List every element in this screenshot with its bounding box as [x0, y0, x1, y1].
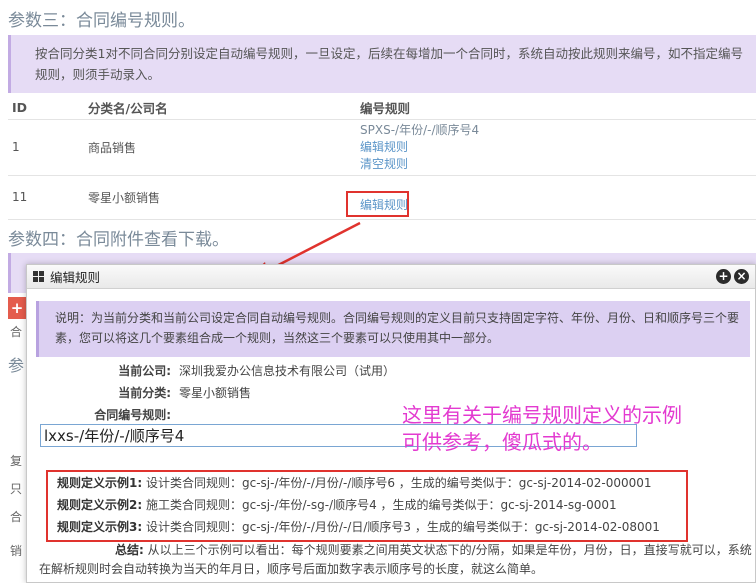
- header-name: 分类名/公司名: [84, 97, 356, 120]
- section-4-title: 参数四：合同附件查看下载。: [8, 230, 229, 250]
- summary: 总结: 从以上三个示例可以看出：每个规则要素之间用英文状态下的/分隔，如果是年份…: [39, 541, 753, 579]
- maximize-button[interactable]: +: [716, 269, 731, 284]
- left-fragment: 复: [10, 454, 23, 468]
- left-fragment: 只: [10, 482, 23, 496]
- left-fragment: 销: [10, 544, 23, 558]
- table-header-row: ID 分类名/公司名 编号规则: [8, 97, 756, 120]
- company-value: 深圳我爱办公信息技术有限公司（试用）: [179, 364, 396, 378]
- row-id: 1: [8, 119, 84, 176]
- table-row: 1 商品销售 SPXS-/年份/-/顺序号4 编辑规则 清空规则: [8, 119, 756, 176]
- row-rule: SPXS-/年份/-/顺序号4: [360, 122, 480, 137]
- clear-rule-link[interactable]: 清空规则: [360, 156, 756, 173]
- row-id: 11: [8, 175, 84, 220]
- category-label: 当前分类:: [118, 386, 171, 400]
- header-rule: 编号规则: [356, 97, 756, 120]
- rule-label: 合同编号规则:: [94, 408, 171, 422]
- header-id: ID: [8, 97, 84, 120]
- row-name: 零星小额销售: [84, 175, 356, 220]
- example-line: 规则定义示例3: 设计类合同规则：gc-sj-/年份/-/月份/-/日/顺序号3…: [57, 518, 660, 535]
- example-text: 设计类合同规则：gc-sj-/年份/-/月份/-/顺序号6 ，生成的编号类似于：…: [145, 476, 652, 490]
- example-label: 规则定义示例3:: [57, 520, 143, 534]
- left-fragment: 合: [10, 325, 23, 339]
- left-fragment: 参: [8, 356, 25, 375]
- section-3-info: 按合同分类1对不同合同分别设定自动编号规则，一旦设定，后续在每增加一个合同时，系…: [8, 35, 756, 93]
- company-label: 当前公司:: [118, 364, 171, 378]
- edit-rule-link[interactable]: 编辑规则: [360, 139, 756, 156]
- summary-text: 从以上三个示例可以看出：每个规则要素之间用英文状态下的/分隔，如果是年份，月份，…: [39, 543, 752, 576]
- annotation-line-1: 这里有关于编号规则定义的示例: [402, 403, 682, 427]
- row-name: 商品销售: [84, 119, 356, 176]
- grid-icon: [33, 271, 44, 282]
- example-line: 规则定义示例1: 设计类合同规则：gc-sj-/年份/-/月份/-/顺序号6 ，…: [57, 474, 652, 491]
- dialog-header[interactable]: 编辑规则: [27, 265, 755, 289]
- category-value: 零星小额销售: [179, 386, 252, 400]
- edit-rule-link[interactable]: 编辑规则: [360, 196, 756, 213]
- annotation-line-2: 可供参考，傻瓜式的。: [402, 430, 602, 454]
- close-button[interactable]: ×: [734, 269, 749, 284]
- section-3-title: 参数三：合同编号规则。: [8, 11, 195, 31]
- dialog-title: 编辑规则: [50, 270, 101, 285]
- example-text: 设计类合同规则：gc-sj-/年份/-/月份/-/日/顺序号3 ，生成的编号类似…: [145, 520, 660, 534]
- add-button[interactable]: +: [8, 297, 26, 319]
- summary-label: 总结:: [115, 543, 144, 557]
- example-label: 规则定义示例2:: [57, 498, 143, 512]
- left-fragment: 合: [10, 510, 23, 524]
- annotation-text: 这里有关于编号规则定义的示例 可供参考，傻瓜式的。: [402, 402, 682, 456]
- example-text: 施工类合同规则：gc-sj-/年份/-sg-/顺序号4 ，生成的编号类似于：gc…: [145, 498, 617, 512]
- example-label: 规则定义示例1:: [57, 476, 143, 490]
- dialog-note: 说明：为当前分类和当前公司设定合同自动编号规则。合同编号规则的定义目前只支持固定…: [36, 301, 750, 357]
- example-line: 规则定义示例2: 施工类合同规则：gc-sj-/年份/-sg-/顺序号4 ，生成…: [57, 496, 617, 513]
- highlight-box: [346, 191, 409, 217]
